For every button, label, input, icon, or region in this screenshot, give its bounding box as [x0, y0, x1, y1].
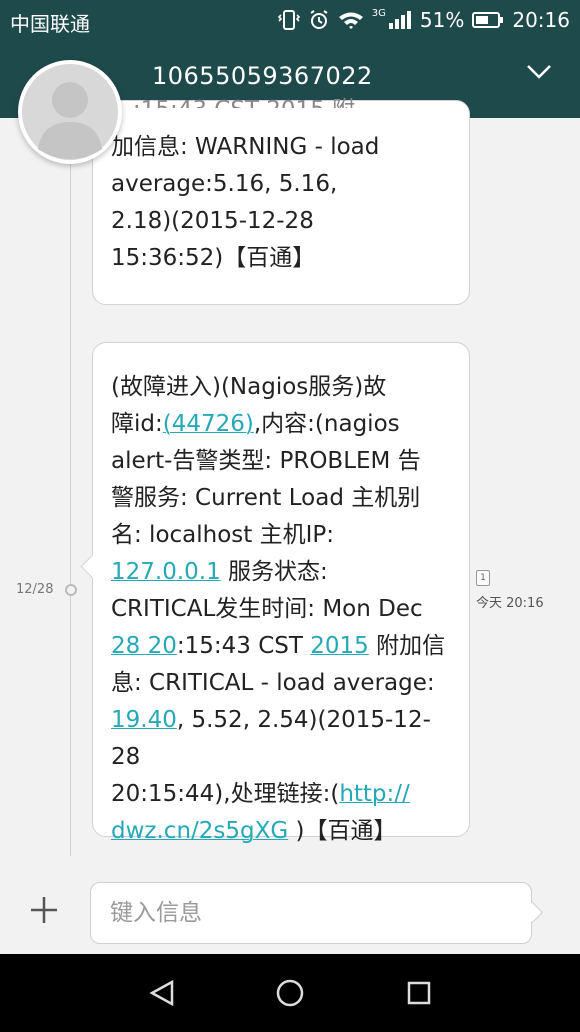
message-line: 19.40, 5.52, 2.54)(2015-12-28	[111, 707, 431, 770]
message-line: 警服务: Current Load 主机别	[111, 485, 421, 511]
alarm-icon	[310, 10, 328, 29]
phone-number[interactable]: 10655059367022	[152, 62, 373, 90]
message-line: CRITICAL发生时间: Mon Dec	[111, 596, 423, 622]
clock-time: 20:16	[512, 8, 570, 32]
recent-apps-icon[interactable]	[402, 976, 436, 1010]
message-line: 28 20:15:43 CST 2015 附加信	[111, 633, 446, 659]
timeline-dot	[65, 584, 77, 596]
network-label: 3G	[371, 8, 386, 19]
message-line: dwz.cn/2s5gXG )【百通】	[111, 818, 397, 844]
load-value-link[interactable]: 19.40	[111, 707, 177, 733]
url-link[interactable]: http://	[339, 781, 409, 807]
plus-icon[interactable]	[28, 894, 60, 926]
message-line: (故障进入)(Nagios服务)故	[111, 374, 387, 400]
message-line: 名: localhost 主机IP:	[111, 522, 335, 548]
timeline-line	[70, 118, 71, 856]
message-line: average:5.16, 5.16,	[111, 171, 338, 197]
battery-icon	[472, 12, 504, 28]
status-right: 3G 51% 20:16	[277, 8, 570, 32]
message-date: 12/28	[16, 582, 54, 597]
message-line: 20:15:44),处理链接:(http://	[111, 781, 410, 807]
sms-index-icon: 1	[476, 570, 490, 586]
partial-message-line: ...:15:43 CST 2015 附	[111, 97, 356, 123]
message-line: alert-告警类型: PROBLEM 告	[111, 448, 421, 474]
message-line: 127.0.0.1 服务状态:	[111, 559, 328, 585]
bubble-tail	[80, 554, 105, 579]
url-link-continued[interactable]: dwz.cn/2s5gXG	[111, 818, 288, 844]
carrier-name: 中国联通	[10, 12, 90, 36]
message-line: 息: CRITICAL - load average:	[111, 670, 435, 696]
contact-avatar[interactable]	[18, 60, 122, 164]
message-input[interactable]: 键入信息	[90, 882, 532, 944]
signal-icon	[388, 11, 411, 29]
year-link[interactable]: 2015	[310, 633, 369, 659]
chevron-down-icon[interactable]	[526, 62, 552, 82]
vibrate-icon	[277, 10, 300, 30]
back-icon[interactable]	[145, 976, 179, 1010]
date-link[interactable]: 28 20	[111, 633, 177, 659]
message-bubble-2[interactable]: (故障进入)(Nagios服务)故 障id:(44726),内容:(nagios…	[80, 342, 470, 844]
alert-id-link[interactable]: (44726)	[163, 411, 254, 437]
message-line: 加信息: WARNING - load	[111, 134, 380, 160]
status-bar: 中国联通 3G 51% 20:16	[0, 0, 580, 42]
ip-address-link[interactable]: 127.0.0.1	[111, 559, 221, 585]
message-time: 今天 20:16	[476, 596, 544, 611]
wifi-icon	[338, 12, 363, 29]
message-line: 障id:(44726),内容:(nagios	[111, 411, 400, 437]
navigation-bar	[0, 954, 580, 1032]
message-line: 2.18)(2015-12-28	[111, 208, 314, 234]
message-composer: 键入信息	[0, 870, 580, 954]
home-icon[interactable]	[273, 976, 307, 1010]
battery-percent: 51%	[419, 8, 465, 32]
message-bubble-1[interactable]: ...:15:43 CST 2015 附 加信息: WARNING - load…	[92, 97, 470, 305]
message-line: 15:36:52)【百通】	[111, 245, 316, 271]
avatar-silhouette-icon	[22, 64, 118, 160]
